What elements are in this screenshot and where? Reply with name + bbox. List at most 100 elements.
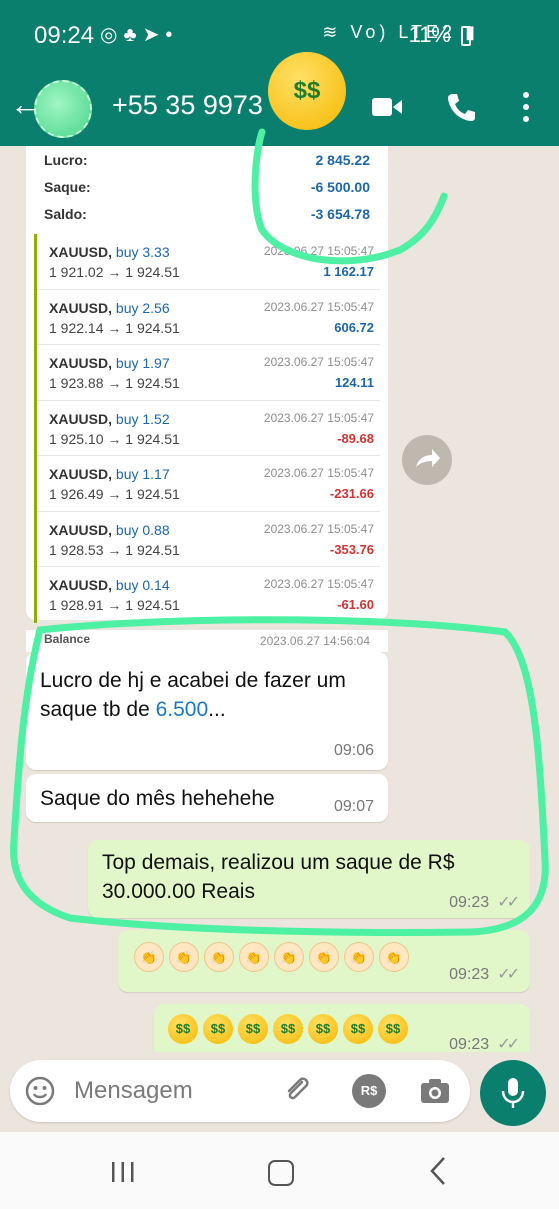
trade-price: 1 928.53 → 1 924.51 (49, 541, 180, 558)
trade-profit: -353.76 (329, 541, 374, 557)
forward-arrow-icon (416, 449, 440, 467)
back-icon[interactable] (428, 1156, 448, 1186)
emoji-icon[interactable] (24, 1075, 56, 1107)
trade-row: XAUUSD, buy 1.52 1 925.10 → 1 924.51 202… (37, 401, 380, 456)
payment-button[interactable]: R$ (352, 1074, 386, 1108)
money-mouth-emoji: $$ (238, 1014, 268, 1044)
summary-value: 2 845.22 (315, 152, 371, 168)
trade-price: 1 923.88 → 1 924.51 (49, 375, 180, 391)
clapping-emojis: 👏 👏 👏 👏 👏 👏 👏 👏 (134, 942, 414, 972)
more-options-icon[interactable] (516, 90, 536, 124)
clapping-hands-emoji: 👏 (309, 942, 339, 972)
message-time: 09:06 (333, 742, 374, 759)
trade-row: XAUUSD, buy 2.56 1 922.14 → 1 924.51 202… (37, 290, 380, 345)
read-ticks-icon: ✓✓ (497, 894, 520, 911)
microphone-icon (501, 1078, 525, 1108)
money-mouth-emoji: $$ (203, 1014, 233, 1044)
message-time: 09:07 (333, 798, 374, 815)
summary-value: -3 654.78 (310, 206, 370, 222)
clapping-hands-emoji: 👏 (274, 942, 304, 972)
trade-symbol: XAUUSD, buy 3.33 (49, 244, 170, 260)
trade-symbol: XAUUSD, buy 1.17 (49, 466, 170, 482)
message-text: Lucro de hj e acabei de fazer um saque t… (40, 669, 346, 721)
read-ticks-icon: ✓✓ (497, 966, 520, 983)
battery-percentage: 11% (408, 22, 451, 47)
trade-profit: 606.72 (334, 319, 374, 335)
clapping-hands-emoji: 👏 (239, 942, 269, 972)
message-composer: R$ (10, 1060, 470, 1122)
whatsapp-icon: ◎ (100, 24, 124, 46)
money-mouth-emoji: $$ (308, 1014, 338, 1044)
app-icon: ♣ (123, 24, 143, 46)
status-time: 09:24 (34, 22, 95, 49)
trade-date: 2023.06.27 15:05:47 (263, 521, 374, 536)
camera-icon[interactable] (418, 1074, 452, 1108)
trade-profit: -89.68 (337, 430, 374, 446)
trade-profit: -61.60 (337, 597, 374, 612)
voice-call-icon[interactable] (446, 92, 476, 122)
network-indicators: ≋ Vo) LTE2 ▮ (322, 22, 479, 43)
microphone-button[interactable] (480, 1060, 546, 1126)
balance-label: Balance (44, 632, 91, 646)
trade-profit: -231.66 (329, 486, 374, 501)
summary-row: Saldo: -3 654.78 (26, 200, 388, 227)
trade-price: 1 926.49 → 1 924.51 (49, 486, 180, 502)
trade-symbol: XAUUSD, buy 2.56 (49, 299, 170, 316)
trade-date: 2023.06.27 15:05:47 (263, 410, 374, 425)
money-mouth-emoji: $$ (168, 1014, 198, 1044)
message-text: Top demais, realizou um saque de R$ 30.0… (102, 851, 455, 903)
outgoing-message[interactable]: 👏 👏 👏 👏 👏 👏 👏 👏 09:23 ✓✓ (118, 930, 530, 992)
paperclip-icon[interactable] (280, 1074, 314, 1108)
trade-date: 2023.06.27 15:05:47 (263, 244, 374, 258)
money-mouth-emoji: $$ (378, 1014, 408, 1044)
outgoing-message[interactable]: $$ $$ $$ $$ $$ $$ $$ 09:23 ✓✓ (154, 1004, 530, 1052)
trade-symbol: XAUUSD, buy 0.14 (49, 577, 170, 593)
trade-date: 2023.06.27 15:05:47 (263, 466, 374, 480)
recent-apps-icon[interactable] (110, 1160, 136, 1184)
summary-label: Lucro: (44, 152, 88, 168)
incoming-message[interactable]: Lucro de hj e acabei de fazer um saque t… (26, 652, 388, 770)
trade-profit: 124.11 (334, 375, 374, 390)
summary-row: Lucro: 2 845.22 (26, 146, 388, 173)
clapping-hands-emoji: 👏 (344, 942, 374, 972)
clapping-hands-emoji: 👏 (169, 942, 199, 972)
summary-row: Saque: -6 500.00 (26, 173, 388, 200)
trade-date: 2023.06.27 15:05:47 (263, 299, 374, 314)
trade-symbol: XAUUSD, buy 1.52 (49, 410, 170, 427)
clapping-hands-emoji: 👏 (379, 942, 409, 972)
message-time: 09:23 ✓✓ (449, 1036, 520, 1052)
summary-value: -6 500.00 (310, 179, 370, 195)
forward-button[interactable] (402, 435, 452, 485)
money-emojis: $$ $$ $$ $$ $$ $$ $$ (168, 1014, 413, 1044)
trade-date: 2023.06.27 15:05:47 (263, 355, 374, 369)
trade-row: XAUUSD, buy 3.33 1 921.02 → 1 924.51 202… (37, 234, 380, 290)
trade-row: XAUUSD, buy 0.88 1 928.53 → 1 924.51 202… (37, 512, 380, 567)
wifi-icon: ≋ (322, 22, 342, 42)
telegram-icon: ➤ (142, 24, 166, 46)
balance-date: 2023.06.27 14:56:04 (259, 634, 370, 648)
trade-price: 1 921.02 → 1 924.51 (49, 264, 180, 280)
message-input[interactable] (74, 1074, 274, 1108)
trading-screenshot-image[interactable]: Lucro: 2 845.22 Saque: -6 500.00 Saldo: … (26, 146, 388, 623)
money-mouth-emoji: $$ (268, 52, 346, 130)
incoming-message[interactable]: Saque do mês hehehehe 09:07 (26, 774, 388, 822)
trade-price: 1 922.14 → 1 924.51 (49, 319, 180, 336)
number-link[interactable]: 6.500 (156, 698, 209, 721)
trade-date: 2023.06.27 15:05:47 (263, 577, 374, 591)
clapping-hands-emoji: 👏 (134, 942, 164, 972)
outgoing-message[interactable]: Top demais, realizou um saque de R$ 30.0… (88, 840, 530, 918)
clapping-hands-emoji: 👏 (204, 942, 234, 972)
dot-icon: • (165, 24, 179, 46)
battery-icon (461, 26, 471, 46)
trade-symbol: XAUUSD, buy 1.97 (49, 355, 170, 371)
avatar[interactable] (34, 80, 92, 138)
chat-area[interactable]: Lucro: 2 845.22 Saque: -6 500.00 Saldo: … (0, 146, 559, 1052)
trade-list: XAUUSD, buy 3.33 1 921.02 → 1 924.51 202… (34, 234, 380, 623)
contact-name[interactable]: +55 35 9973 (112, 90, 263, 121)
system-navigation-bar (0, 1132, 559, 1209)
read-ticks-icon: ✓✓ (497, 1036, 520, 1052)
input-bar: R$ (0, 1052, 559, 1132)
home-icon[interactable] (268, 1160, 294, 1186)
balance-row: Balance 2023.06.27 14:56:04 (26, 630, 388, 652)
video-call-icon[interactable] (372, 96, 402, 118)
